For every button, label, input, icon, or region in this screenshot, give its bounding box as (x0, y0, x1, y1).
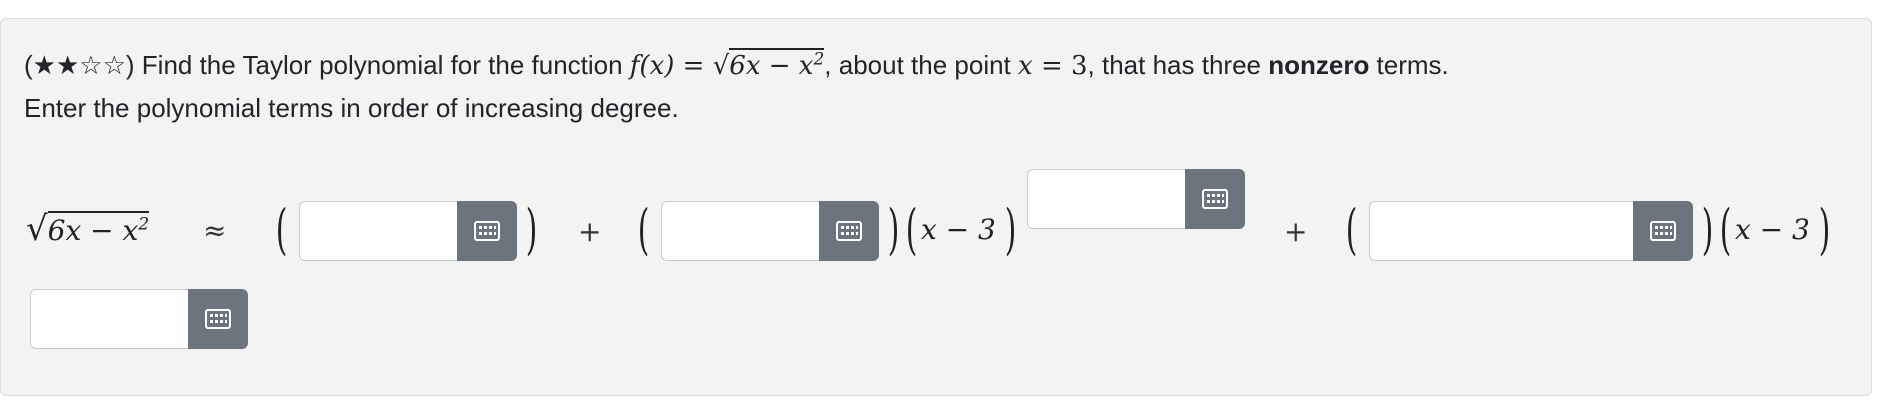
exp1-keyboard-button[interactable] (1185, 169, 1245, 229)
lhs-expression: √6x − x2 (26, 199, 150, 261)
sqrt-sign: √ (712, 51, 730, 81)
plus-symbol-1: + (578, 215, 602, 248)
coef1-input[interactable] (661, 201, 819, 261)
keyboard-grid-icon (205, 309, 231, 329)
close-paren-term1: ) (887, 198, 900, 261)
keyboard-grid-icon (1202, 189, 1228, 209)
question-text-part3: , that has three (1087, 50, 1269, 80)
difficulty-stars: (★★☆☆) (24, 50, 135, 80)
exp1-input[interactable] (1027, 169, 1185, 229)
exp2-keyboard-button[interactable] (188, 289, 248, 349)
factor-term2: x − 3 (1735, 213, 1810, 246)
coef0-input[interactable] (299, 201, 457, 261)
emphasis-nonzero: nonzero (1268, 50, 1370, 80)
keyboard-grid-icon (474, 221, 500, 241)
approx-symbol: ≈ (203, 214, 227, 247)
lhs-exponent: 2 (138, 214, 150, 235)
function-name: f(x) (629, 51, 675, 81)
open-paren-term2: ( (1345, 198, 1358, 261)
coef2-group (1369, 201, 1693, 261)
factor-term1: x − 3 (921, 213, 996, 246)
coef2-input[interactable] (1369, 201, 1633, 261)
question-prompt: (★★☆☆) Find the Taylor polynomial for th… (24, 44, 1844, 129)
coef1-keyboard-button[interactable] (819, 201, 879, 261)
function-exponent: 2 (813, 49, 825, 70)
coef2-keyboard-button[interactable] (1633, 201, 1693, 261)
coef0-group (299, 201, 517, 261)
function-body-text: 6x − x (729, 51, 814, 81)
function-equals: = (674, 51, 713, 81)
question-line-1: (★★☆☆) Find the Taylor polynomial for th… (24, 44, 1844, 87)
coef1-group (661, 201, 879, 261)
keyboard-grid-icon (1650, 221, 1676, 241)
close-paren-factor1: ) (1004, 198, 1017, 261)
point-value: = 3 (1032, 51, 1088, 81)
point-variable: x (1018, 51, 1033, 81)
exp2-input[interactable] (30, 289, 188, 349)
lhs-body-text: 6x − x (47, 214, 139, 247)
keyboard-grid-icon (836, 221, 862, 241)
question-text-part2: , about the point (824, 50, 1019, 80)
exp1-group (1027, 169, 1245, 229)
plus-symbol-2: + (1284, 215, 1308, 248)
function-body: 6x − x2 (729, 48, 825, 81)
open-paren-term0: ( (275, 198, 288, 261)
question-text-part1: Find the Taylor polynomial for the funct… (134, 50, 630, 80)
close-paren-factor2: ) (1818, 198, 1831, 261)
close-paren-term2: ) (1701, 198, 1714, 261)
open-paren-term1: ( (637, 198, 650, 261)
close-paren-term0: ) (525, 198, 538, 261)
lhs-body: 6x − x2 (47, 211, 150, 248)
question-text-part4: terms. (1369, 50, 1449, 80)
exp2-group (30, 289, 248, 349)
question-line-2: Enter the polynomial terms in order of i… (24, 93, 679, 123)
open-paren-factor2: ( (1719, 198, 1732, 261)
coef0-keyboard-button[interactable] (457, 201, 517, 261)
lhs-sqrt-sign: √ (26, 209, 48, 249)
open-paren-factor1: ( (905, 198, 918, 261)
